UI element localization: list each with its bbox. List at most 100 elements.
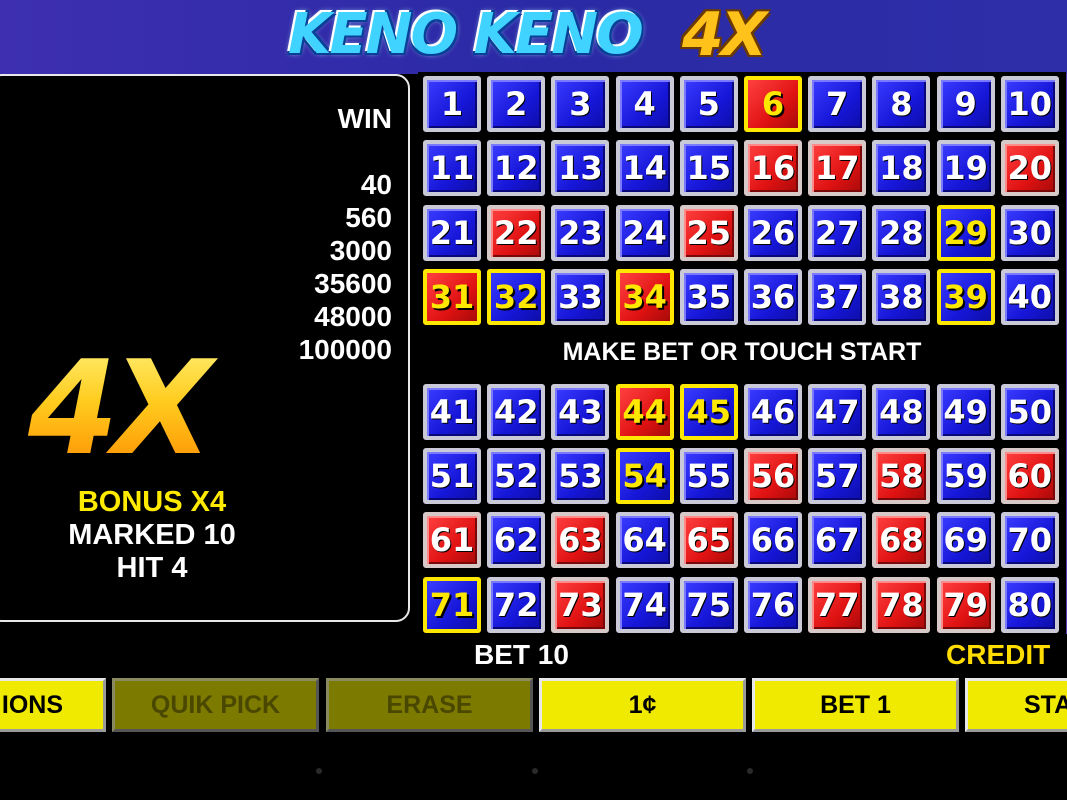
number-tile-73[interactable]: 73 (551, 576, 610, 633)
denomination-button[interactable]: 1¢ (539, 678, 746, 732)
number-tile-77[interactable]: 77 (808, 576, 867, 633)
number-tile-13[interactable]: 13 (551, 140, 610, 197)
number-tile-61[interactable]: 61 (423, 512, 481, 569)
number-tile-27[interactable]: 27 (808, 204, 867, 261)
number-tile-75[interactable]: 75 (679, 576, 738, 633)
erase-button[interactable]: ERASE (326, 678, 533, 732)
number-tile-8[interactable]: 8 (872, 76, 931, 132)
number-tile-57[interactable]: 57 (808, 448, 867, 504)
number-tile-43[interactable]: 43 (551, 383, 610, 440)
number-tile-56[interactable]: 56 (744, 448, 802, 504)
number-tile-44[interactable]: 44 (615, 383, 674, 440)
number-tile-label: 45 (686, 392, 732, 431)
number-tile-41[interactable]: 41 (423, 383, 481, 440)
number-tile-4[interactable]: 4 (615, 76, 674, 132)
number-tile-label: 68 (879, 521, 924, 560)
number-tile-19[interactable]: 19 (936, 140, 995, 197)
number-tile-59[interactable]: 59 (936, 448, 995, 504)
bet-one-button[interactable]: BET 1 (752, 678, 959, 732)
number-tile-11[interactable]: 11 (423, 140, 481, 197)
number-tile-36[interactable]: 36 (744, 269, 802, 326)
number-tile-18[interactable]: 18 (872, 140, 931, 197)
number-tile-1[interactable]: 1 (423, 76, 481, 132)
number-tile-64[interactable]: 64 (615, 512, 674, 569)
number-tile-60[interactable]: 60 (1000, 448, 1059, 504)
number-tile-10[interactable]: 10 (1000, 76, 1059, 132)
number-tile-69[interactable]: 69 (936, 512, 995, 569)
hit-count: HIT 4 (116, 552, 188, 584)
number-tile-49[interactable]: 49 (936, 383, 995, 440)
options-button[interactable]: IONS (0, 678, 106, 732)
number-tile-37[interactable]: 37 (808, 269, 867, 326)
number-tile-70[interactable]: 70 (1000, 512, 1059, 569)
number-tile-label: 49 (943, 392, 988, 431)
quick-pick-button[interactable]: QUIK PICK (112, 678, 319, 732)
number-tile-47[interactable]: 47 (808, 383, 867, 440)
number-tile-21[interactable]: 21 (423, 204, 481, 261)
number-tile-42[interactable]: 42 (487, 383, 546, 440)
number-tile-20[interactable]: 20 (1000, 140, 1059, 197)
number-tile-34[interactable]: 34 (615, 269, 674, 326)
number-tile-71[interactable]: 71 (423, 576, 481, 633)
number-tile-label: 25 (686, 213, 732, 252)
number-tile-72[interactable]: 72 (487, 576, 546, 633)
title-banner: KENO KENO 4X (0, 0, 1067, 74)
number-tile-50[interactable]: 50 (1000, 383, 1059, 440)
number-tile-38[interactable]: 38 (872, 269, 931, 326)
number-tile-45[interactable]: 45 (679, 383, 738, 440)
number-tile-63[interactable]: 63 (551, 512, 610, 569)
number-tile-label: 43 (558, 392, 603, 431)
number-tile-label: 11 (429, 149, 475, 188)
number-tile-62[interactable]: 62 (487, 512, 546, 569)
number-tile-2[interactable]: 2 (487, 76, 546, 132)
number-tile-label: 32 (493, 278, 539, 317)
number-tile-label: 50 (1007, 392, 1053, 431)
number-tile-79[interactable]: 79 (936, 576, 995, 633)
number-tile-23[interactable]: 23 (551, 204, 610, 261)
number-tile-65[interactable]: 65 (679, 512, 738, 569)
number-tile-9[interactable]: 9 (936, 76, 995, 132)
number-tile-33[interactable]: 33 (551, 269, 610, 326)
number-tile-48[interactable]: 48 (872, 383, 931, 440)
number-tile-31[interactable]: 31 (423, 269, 481, 326)
number-tile-label: 80 (1007, 585, 1053, 624)
number-tile-12[interactable]: 12 (487, 140, 546, 197)
number-tile-14[interactable]: 14 (615, 140, 674, 197)
number-tile-58[interactable]: 58 (872, 448, 931, 504)
number-tile-29[interactable]: 29 (936, 204, 995, 261)
number-tile-label: 7 (826, 85, 849, 123)
number-tile-32[interactable]: 32 (487, 269, 546, 326)
number-tile-25[interactable]: 25 (679, 204, 738, 261)
number-tile-39[interactable]: 39 (936, 269, 995, 326)
number-tile-label: 42 (493, 392, 539, 431)
number-tile-66[interactable]: 66 (744, 512, 802, 569)
number-tile-78[interactable]: 78 (872, 576, 931, 633)
number-tile-24[interactable]: 24 (615, 204, 674, 261)
number-tile-54[interactable]: 54 (615, 448, 674, 504)
number-tile-22[interactable]: 22 (487, 204, 546, 261)
number-tile-46[interactable]: 46 (744, 383, 802, 440)
number-tile-51[interactable]: 51 (423, 448, 481, 504)
number-tile-7[interactable]: 7 (808, 76, 867, 132)
number-tile-16[interactable]: 16 (744, 140, 802, 197)
number-tile-5[interactable]: 5 (679, 76, 738, 132)
number-tile-35[interactable]: 35 (679, 269, 738, 326)
number-tile-55[interactable]: 55 (679, 448, 738, 504)
number-tile-3[interactable]: 3 (551, 76, 610, 132)
number-tile-26[interactable]: 26 (744, 204, 802, 261)
number-tile-17[interactable]: 17 (808, 140, 867, 197)
number-tile-6[interactable]: 6 (744, 76, 802, 132)
number-tile-15[interactable]: 15 (679, 140, 738, 197)
number-tile-40[interactable]: 40 (1000, 269, 1059, 326)
start-button[interactable]: STA (965, 678, 1067, 732)
number-tile-30[interactable]: 30 (1000, 204, 1059, 261)
number-tile-74[interactable]: 74 (615, 576, 674, 633)
number-tile-53[interactable]: 53 (551, 448, 610, 504)
number-tile-68[interactable]: 68 (872, 512, 931, 569)
number-tile-80[interactable]: 80 (1000, 576, 1059, 633)
number-tile-76[interactable]: 76 (744, 576, 802, 633)
number-tile-67[interactable]: 67 (808, 512, 867, 569)
number-tile-52[interactable]: 52 (487, 448, 546, 504)
number-tile-label: 62 (493, 521, 539, 560)
number-tile-28[interactable]: 28 (872, 204, 931, 261)
